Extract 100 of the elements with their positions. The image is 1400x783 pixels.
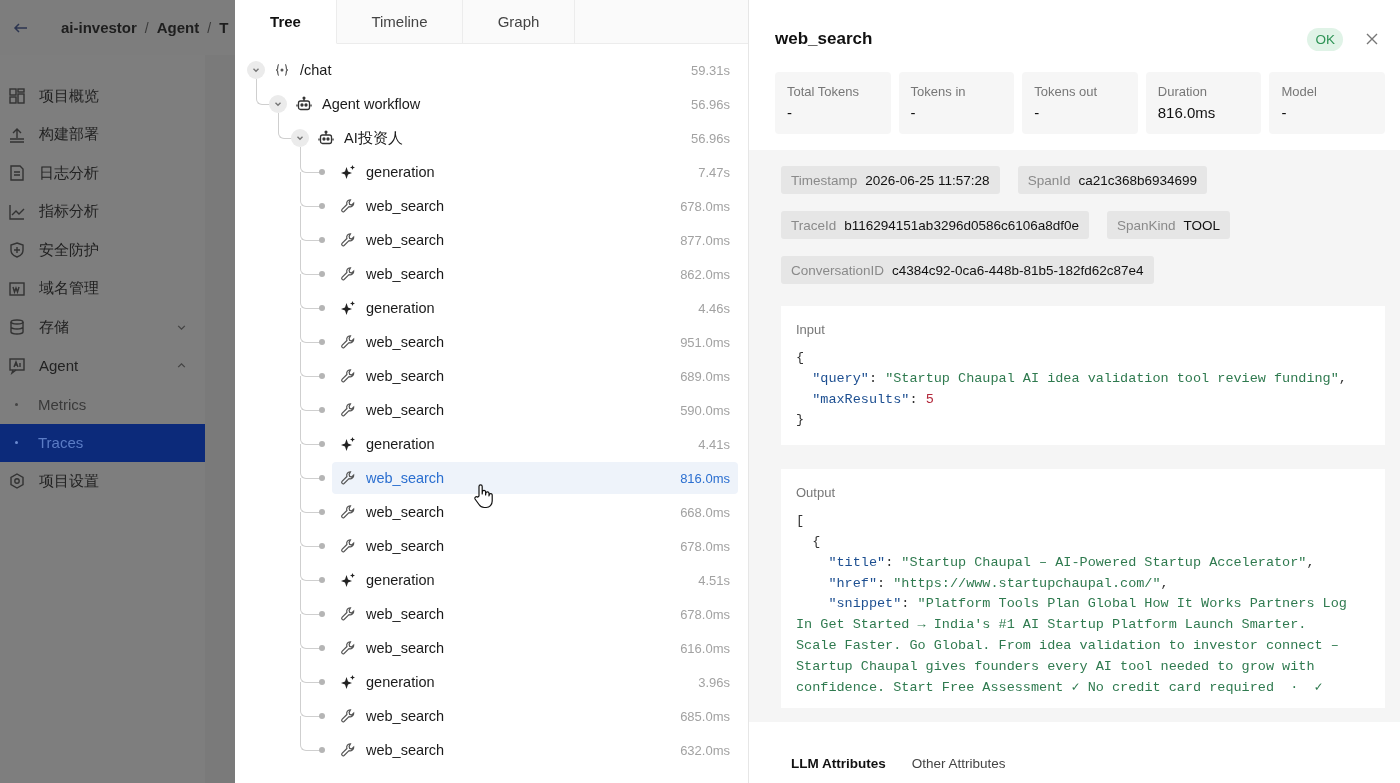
menu-label: 安全防护 [39,240,99,260]
expand-toggle[interactable] [291,129,309,147]
code-line: { [811,533,822,551]
node-dot [319,611,325,617]
tree-row[interactable]: web_search 816.0ms [332,462,738,494]
wrench-icon [340,402,356,418]
span-duration: 685.0ms [680,708,730,724]
attributes-tab[interactable]: Other Attributes [909,752,1008,775]
menu-item-icon [8,472,26,491]
tree-row[interactable]: generation 4.41s [332,428,738,460]
bullet-icon [15,441,18,445]
span-duration: 4.41s [698,436,730,452]
menu-item[interactable]: Agent [0,346,205,385]
close-icon[interactable] [1365,32,1379,46]
tree-row[interactable]: web_search 951.0ms [332,326,738,358]
attribute-label: SpanId [1027,172,1071,188]
tree-row[interactable]: web_search 632.0ms [332,734,738,766]
span-name: web_search [366,266,445,282]
span-name: web_search [366,334,445,350]
metric-label: Tokens in [910,84,967,99]
tree-row[interactable]: web_search 689.0ms [332,360,738,392]
attribute-label: ConversationID [791,262,885,278]
node-dot [319,237,325,243]
span-name: web_search [366,538,445,554]
attribute-value: c4384c92-0ca6-448b-81b5-182fd62c87e4 [892,262,1144,278]
tree-row[interactable]: generation 4.46s [332,292,738,324]
span-name: generation [366,164,435,180]
menu-label: Agent [39,357,79,375]
tree-row[interactable]: generation 3.96s [332,666,738,698]
wrench-icon [340,504,356,520]
attribute-value: 2026-06-25 11:57:28 [865,172,990,188]
tree-row[interactable]: generation 4.51s [332,564,738,596]
span-name: AI投资人 [344,128,403,148]
span-name: generation [366,300,435,316]
span-name: web_search [366,606,445,622]
code-line: Startup Chaupal gives founders every AI tool needed to grow with [796,657,1316,676]
tree-row[interactable]: web_search 877.0ms [332,224,738,256]
view-tab[interactable]: Timeline [337,0,463,44]
menu-item[interactable]: 指标分析 [0,192,205,231]
attribute-value: b116294151ab3296d0586c6106a8df0e [844,217,1080,233]
menu-item[interactable]: 项目设置 [0,462,205,501]
wrench-icon [340,368,356,384]
wrench-icon [340,470,356,486]
tree-row[interactable]: web_search 668.0ms [332,496,738,528]
metric-label: Model [1281,84,1318,99]
node-dot [319,441,325,447]
menu-item[interactable]: 日志分析 [0,154,205,193]
menu-label: 构建部署 [39,125,99,145]
attributes-tab[interactable]: LLM Attributes [789,752,888,775]
menu-item[interactable]: 域名管理 [0,269,205,308]
span-name: generation [366,572,435,588]
tree-row[interactable]: Agent workflow 56.96s [288,88,738,120]
menu-item-icon [8,202,26,221]
menu-label: 项目设置 [39,471,99,491]
breadcrumb-item[interactable]: T [219,19,229,36]
menu-item[interactable]: 项目概览 [0,77,205,116]
metric-value: - [787,104,793,121]
sparkle-icon [340,436,356,452]
span-name: /chat [300,62,332,78]
breadcrumb-separator: / [144,19,149,36]
menu-item[interactable]: 安全防护 [0,231,205,270]
expand-toggle[interactable] [269,95,287,113]
code-line: Scale Faster. Go Global. From idea validation to investor connect – [796,636,1340,655]
node-dot [319,169,325,175]
metric-value: 816.0ms [1157,104,1217,121]
breadcrumb-item[interactable]: Agent [156,19,200,36]
code-line: In Get Started → India's #1 AI Startup Platform Launch Smarter. [796,616,1308,635]
expand-toggle[interactable] [247,61,265,79]
code-line: "maxResults": 5 [811,390,935,409]
breadcrumb-item[interactable]: ai-investor [61,19,137,36]
menu-item-icon [8,241,26,260]
tree-row[interactable]: AI投资人 56.96s [310,122,738,154]
tree-row[interactable]: web_search 678.0ms [332,190,738,222]
view-tab[interactable]: Graph [463,0,575,44]
span-name: web_search [366,402,445,418]
span-duration: 816.0ms [680,470,730,486]
code-line: "href": "https://www.startupchaupal.com/", [827,574,1170,593]
node-dot [319,305,325,311]
tree-row[interactable]: web_search 590.0ms [332,394,738,426]
metric-label: Total Tokens [787,84,861,99]
menu-item[interactable]: 存储 [0,308,205,347]
sparkle-icon [340,674,356,690]
span-name: web_search [366,198,445,214]
tree-row[interactable]: generation 7.47s [332,156,738,188]
tree-row[interactable]: web_search 685.0ms [332,700,738,732]
metric-value: - [910,104,917,121]
tree-row[interactable]: web_search 862.0ms [332,258,738,290]
menu-label: 域名管理 [39,279,99,299]
span-duration: 56.96s [690,130,730,146]
tree-row[interactable]: web_search 616.0ms [332,632,738,664]
tree-row[interactable]: web_search 678.0ms [332,598,738,630]
attribute-label: TraceId [791,217,837,233]
metric-value: - [1281,104,1288,121]
node-dot [319,645,325,651]
span-duration: 678.0ms [680,606,730,622]
tree-row[interactable]: /chat 59.31s [266,54,738,86]
tree-row[interactable]: web_search 678.0ms [332,530,738,562]
node-dot [319,373,325,379]
attribute-value: TOOL [1183,217,1221,233]
menu-item[interactable]: 构建部署 [0,115,205,154]
